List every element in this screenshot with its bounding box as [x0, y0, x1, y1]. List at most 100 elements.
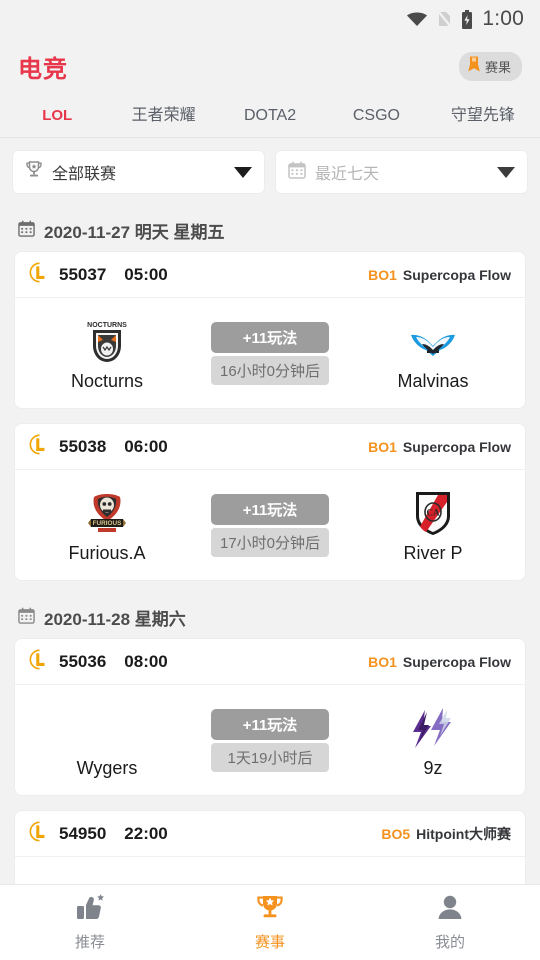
- svg-text:FURIOUS: FURIOUS: [93, 520, 122, 527]
- game-tabs: LOL 王者荣耀 DOTA2 CSGO 守望先锋: [0, 94, 540, 138]
- lol-game-icon: [29, 262, 50, 288]
- bottom-navigation: 推荐 赛事 我的: [0, 884, 540, 960]
- calendar-icon: [288, 161, 306, 184]
- match-id: 55037: [59, 264, 107, 284]
- match-card[interactable]: 55036 08:00 BO1 Supercopa Flow Wygers +1…: [14, 638, 526, 796]
- play-count-badge[interactable]: +11玩法: [211, 321, 329, 353]
- tab-honor[interactable]: 王者荣耀: [110, 94, 216, 138]
- match-center: +11玩法 16小时0分钟后: [191, 321, 349, 385]
- nav-label-mine: 我的: [434, 933, 465, 951]
- calendar-icon: [18, 220, 35, 242]
- malvinas-logo: [408, 315, 458, 365]
- away-team: Malvinas: [349, 315, 517, 392]
- trophy-icon: [25, 160, 43, 184]
- date-header-label: 2020-11-28 星期六: [44, 610, 186, 629]
- match-time: 08:00: [124, 651, 168, 671]
- nav-label-recommend: 推荐: [74, 933, 105, 951]
- riverp-logo: CA: [413, 487, 453, 537]
- countdown-badge: 16小时0分钟后: [211, 355, 329, 385]
- chevron-down-icon: [234, 166, 252, 178]
- home-team-name: Nocturns: [70, 370, 144, 391]
- play-count-badge[interactable]: +11玩法: [211, 493, 329, 525]
- away-team-name: 9z: [423, 757, 443, 778]
- trophy-icon: [255, 894, 285, 926]
- ninez-logo: [409, 702, 457, 752]
- league-info: BO5 Hitpoint大师赛: [381, 824, 511, 844]
- match-id: 54950: [59, 823, 107, 843]
- match-card-body: FURIOUS Furious.A +11玩法 17小时0分钟后 CA Rive…: [15, 470, 525, 580]
- home-team-name: Wygers: [76, 757, 138, 778]
- page-title: 电竞: [18, 55, 68, 83]
- league-name: Supercopa Flow: [402, 653, 511, 670]
- home-team: FURIOUS Furious.A: [23, 487, 191, 564]
- match-card-header: 54950 22:00 BO5 Hitpoint大师赛: [15, 811, 525, 857]
- furious-logo: FURIOUS: [84, 487, 130, 537]
- match-card[interactable]: 55038 06:00 BO1 Supercopa Flow FURIOUS F…: [14, 423, 526, 581]
- person-icon: [435, 894, 465, 926]
- league-name: Supercopa Flow: [402, 266, 511, 283]
- away-team: CA River P: [349, 487, 517, 564]
- home-team-name: Furious.A: [68, 542, 146, 563]
- match-card-body: Wygers +11玩法 1天19小时后 9z: [15, 685, 525, 795]
- league-info: BO1 Supercopa Flow: [368, 654, 511, 670]
- nocturns-logo: NOCTURNS: [85, 315, 129, 365]
- lol-game-icon: [29, 434, 50, 460]
- thumbs-up-icon: [75, 893, 105, 926]
- match-card[interactable]: 55037 05:00 BO1 Supercopa Flow NOCTURNS: [14, 251, 526, 409]
- match-id: 55038: [59, 436, 107, 456]
- league-info: BO1 Supercopa Flow: [368, 439, 511, 455]
- match-bo: BO1: [368, 653, 397, 670]
- tab-csgo[interactable]: CSGO: [323, 94, 429, 138]
- match-center: +11玩法 1天19小时后: [191, 708, 349, 772]
- result-button[interactable]: 赛果: [458, 51, 522, 81]
- tab-ow[interactable]: 守望先锋: [430, 94, 536, 138]
- date-filter-value: 最近七天: [315, 166, 380, 183]
- league-filter[interactable]: 全部联赛: [12, 150, 265, 194]
- nav-label-matches: 赛事: [254, 933, 285, 951]
- date-header: 2020-11-28 星期六: [0, 595, 540, 638]
- status-bar: 1:00: [0, 0, 540, 38]
- match-time: 06:00: [124, 436, 168, 456]
- match-bo: BO1: [368, 266, 397, 283]
- lol-game-icon: [29, 649, 50, 675]
- match-id: 55036: [59, 651, 107, 671]
- date-header-label: 2020-11-27 明天 星期五: [44, 223, 225, 242]
- countdown-badge: 1天19小时后: [211, 742, 329, 772]
- status-bar-clock: 1:00: [482, 7, 524, 30]
- nav-item-mine[interactable]: 我的: [360, 894, 540, 952]
- sim-off-icon: [437, 10, 453, 28]
- away-team-name: Malvinas: [397, 370, 469, 391]
- match-card-body: NOCTURNS Nocturns +11玩法 16小时0分钟后 Malvina…: [15, 298, 525, 408]
- nav-item-matches[interactable]: 赛事: [180, 894, 360, 952]
- match-card-body: [15, 857, 525, 884]
- countdown-badge: 17小时0分钟后: [211, 527, 329, 557]
- medal-icon: [467, 56, 481, 77]
- league-name: Supercopa Flow: [402, 438, 511, 455]
- match-card-header: 55037 05:00 BO1 Supercopa Flow: [15, 252, 525, 298]
- home-team: Wygers: [23, 702, 191, 779]
- date-filter[interactable]: 最近七天: [275, 150, 528, 194]
- home-team: NOCTURNS Nocturns: [23, 315, 191, 392]
- league-name: Hitpoint大师赛: [416, 825, 511, 842]
- match-center: +11玩法 17小时0分钟后: [191, 493, 349, 557]
- wifi-icon: [406, 11, 428, 27]
- away-team: 9z: [349, 702, 517, 779]
- date-header: 2020-11-27 明天 星期五: [0, 208, 540, 251]
- league-info: BO1 Supercopa Flow: [368, 267, 511, 283]
- play-count-badge[interactable]: +11玩法: [211, 708, 329, 740]
- away-team-name: River P: [403, 542, 463, 563]
- calendar-icon: [18, 607, 35, 629]
- tab-dota2[interactable]: DOTA2: [217, 94, 323, 138]
- battery-charging-icon: [461, 9, 473, 29]
- filter-row: 全部联赛 最近七天: [0, 138, 540, 202]
- lol-game-icon: [29, 821, 50, 847]
- nav-item-recommend[interactable]: 推荐: [0, 893, 180, 952]
- match-time: 05:00: [124, 264, 168, 284]
- match-list[interactable]: 2020-11-27 明天 星期五 55037 05:00 BO1 Superc…: [0, 208, 540, 884]
- chevron-down-icon: [497, 166, 515, 178]
- league-filter-value: 全部联赛: [52, 166, 117, 183]
- app-header: 电竞 赛果: [0, 38, 540, 94]
- tab-lol[interactable]: LOL: [4, 94, 110, 138]
- match-card[interactable]: 54950 22:00 BO5 Hitpoint大师赛: [14, 810, 526, 884]
- match-card-header: 55036 08:00 BO1 Supercopa Flow: [15, 639, 525, 685]
